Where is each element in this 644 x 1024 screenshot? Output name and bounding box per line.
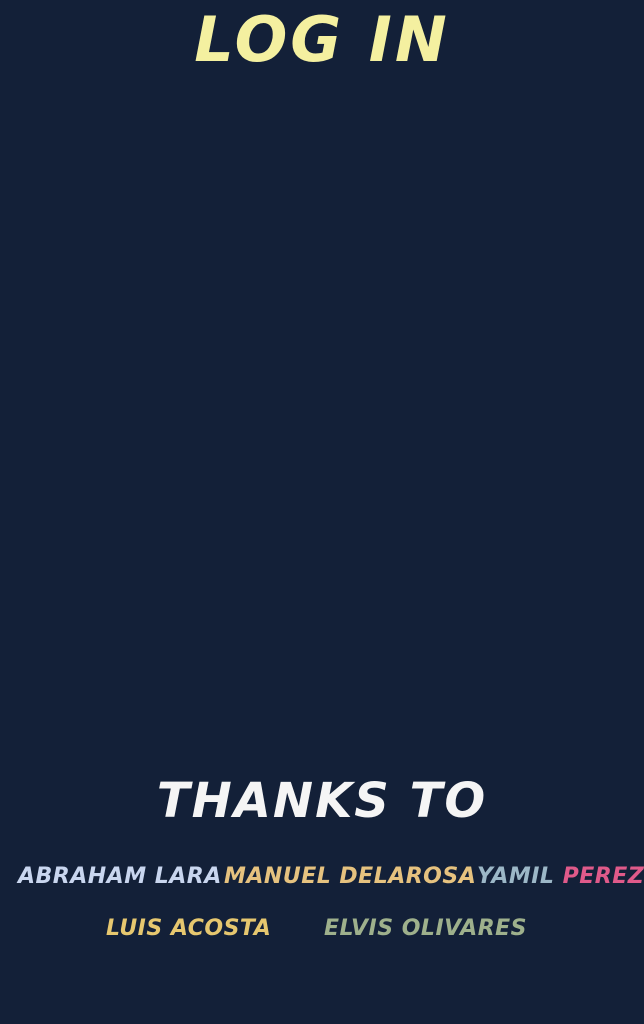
credit-name-elvis: ELVIS OLIVARES bbox=[324, 916, 528, 941]
credit-name-yamil-first: YAMIL bbox=[477, 864, 555, 889]
credit-name-luis: LUIS ACOSTA bbox=[106, 916, 272, 941]
thanks-heading: THANKS TO bbox=[156, 773, 488, 829]
credit-name-abraham: ABRAHAM LARA bbox=[18, 864, 222, 889]
credit-name-manuel: MANUEL DELAROSA bbox=[224, 864, 477, 889]
login-title-button[interactable]: LOG IN bbox=[0, 0, 644, 80]
credit-name-yamil: YAMIL PEREZ bbox=[477, 864, 644, 889]
credit-name-yamil-last: PEREZ bbox=[562, 864, 644, 889]
